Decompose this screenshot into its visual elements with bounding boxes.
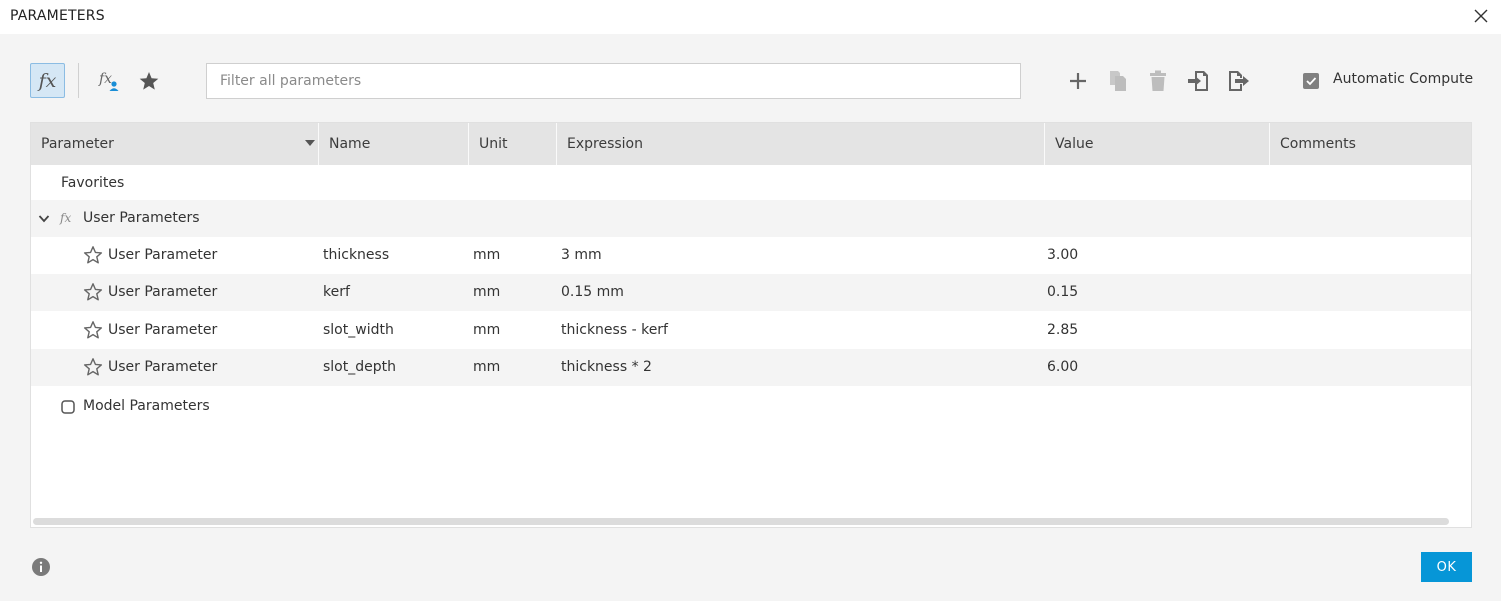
table-row[interactable]: User Parameter thickness mm 3 mm 3.00 — [31, 237, 1471, 274]
all-parameters-filter-button[interactable]: fx — [30, 63, 65, 98]
horizontal-scrollbar[interactable] — [33, 518, 1449, 525]
unit-cell[interactable]: mm — [473, 274, 500, 311]
star-outline-icon[interactable] — [83, 282, 103, 302]
title-bar: PARAMETERS — [0, 0, 1501, 34]
name-cell[interactable]: slot_depth — [323, 349, 396, 386]
export-icon[interactable] — [1225, 68, 1251, 94]
automatic-compute-label: Automatic Compute — [1333, 71, 1474, 87]
ok-button[interactable]: OK — [1421, 552, 1472, 582]
parameter-cell: User Parameter — [108, 284, 218, 300]
group-label: Model Parameters — [83, 398, 210, 414]
column-header-unit[interactable]: Unit — [469, 123, 557, 165]
group-row-favorites[interactable]: Favorites — [31, 165, 1471, 202]
column-header-expression[interactable]: Expression — [557, 123, 1045, 165]
trash-icon[interactable] — [1145, 68, 1171, 94]
unit-cell[interactable]: mm — [473, 312, 500, 349]
star-outline-icon[interactable] — [83, 357, 103, 377]
group-label: User Parameters — [83, 210, 200, 226]
chevron-down-icon[interactable] — [38, 214, 50, 224]
column-header-comments[interactable]: Comments — [1270, 123, 1471, 165]
column-header-name[interactable]: Name — [319, 123, 469, 165]
user-function-icon: fx — [98, 71, 119, 91]
star-icon — [139, 72, 159, 90]
svg-text:fx: fx — [98, 71, 112, 87]
copy-icon[interactable] — [1105, 68, 1131, 94]
table-row[interactable]: User Parameter slot_width mm thickness -… — [31, 312, 1471, 349]
function-icon: fx — [59, 211, 71, 225]
info-icon[interactable] — [31, 557, 51, 577]
value-cell: 6.00 — [1047, 359, 1079, 375]
star-outline-icon[interactable] — [83, 320, 103, 340]
group-label: Favorites — [61, 175, 125, 191]
group-row-model-parameters[interactable]: Model Parameters — [31, 388, 1471, 425]
automatic-compute-checkbox[interactable] — [1303, 73, 1319, 89]
value-cell: 0.15 — [1047, 284, 1079, 300]
column-header-parameter[interactable]: Parameter — [31, 123, 319, 165]
filter-parameters-input[interactable] — [206, 63, 1021, 99]
toolbar: fx fx Automatic Compute — [0, 34, 1501, 122]
plus-icon[interactable] — [1065, 68, 1091, 94]
expression-cell[interactable]: thickness * 2 — [561, 349, 652, 386]
expression-cell[interactable]: thickness - kerf — [561, 312, 668, 349]
name-cell[interactable]: thickness — [323, 237, 389, 274]
table-header: Parameter Name Unit Expression Value Com… — [31, 123, 1471, 165]
favorites-filter-button[interactable] — [134, 66, 164, 96]
unit-cell[interactable]: mm — [473, 349, 500, 386]
close-icon[interactable] — [1470, 5, 1492, 27]
parameter-cell: User Parameter — [108, 247, 218, 263]
unit-cell[interactable]: mm — [473, 237, 500, 274]
expression-cell[interactable]: 3 mm — [561, 237, 602, 274]
table-row[interactable]: User Parameter kerf mm 0.15 mm 0.15 — [31, 274, 1471, 311]
parameters-table: Parameter Name Unit Expression Value Com… — [30, 122, 1472, 528]
user-parameters-filter-button[interactable]: fx — [94, 66, 124, 96]
star-outline-icon[interactable] — [83, 245, 103, 265]
name-cell[interactable]: slot_width — [323, 312, 394, 349]
column-header-value[interactable]: Value — [1045, 123, 1270, 165]
value-cell: 2.85 — [1047, 322, 1079, 338]
svg-text:fx: fx — [59, 211, 71, 225]
toolbar-divider — [78, 63, 79, 98]
function-icon: fx — [38, 69, 57, 92]
group-row-user-parameters[interactable]: fx User Parameters — [31, 200, 1471, 237]
parameter-cell: User Parameter — [108, 359, 218, 375]
chevron-down-icon[interactable] — [305, 140, 315, 148]
window-title: PARAMETERS — [10, 8, 105, 24]
component-icon — [61, 400, 75, 414]
table-row[interactable]: User Parameter slot_depth mm thickness *… — [31, 349, 1471, 386]
import-icon[interactable] — [1186, 68, 1212, 94]
value-cell: 3.00 — [1047, 247, 1079, 263]
expression-cell[interactable]: 0.15 mm — [561, 274, 624, 311]
name-cell[interactable]: kerf — [323, 274, 350, 311]
parameter-cell: User Parameter — [108, 322, 218, 338]
